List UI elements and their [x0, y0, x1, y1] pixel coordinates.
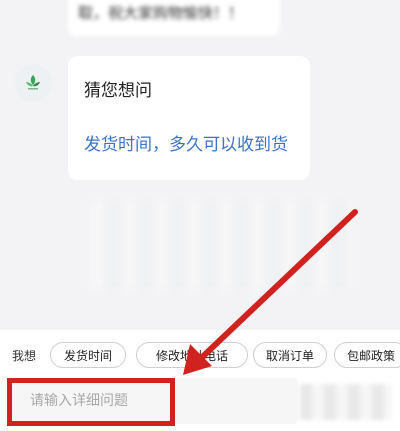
suggestion-title: 猜您想问 [84, 81, 152, 101]
question-input[interactable] [8, 378, 298, 424]
blurred-background [90, 200, 350, 290]
quick-reply-chip[interactable]: 发货时间 [50, 342, 126, 368]
previous-message-text: 取，祝大家购物愉快！！ [78, 4, 244, 22]
chat-area: 取，祝大家购物愉快！！ 猜您想问 发货时间，多久可以收到货 [0, 0, 400, 330]
quick-reply-prefix: 我想 [12, 349, 37, 363]
blurred-controls [300, 384, 392, 420]
leaf-logo-icon [26, 75, 40, 90]
suggestion-link[interactable]: 发货时间，多久可以收到货 [84, 130, 288, 155]
bot-avatar [14, 64, 52, 102]
suggestion-bubble: 猜您想问 发货时间，多久可以收到货 [68, 56, 310, 180]
previous-message-bubble: 取，祝大家购物愉快！！ [68, 0, 280, 36]
quick-reply-chip[interactable]: 取消订单 [253, 342, 327, 368]
quick-reply-chip[interactable]: 修改地址电话 [136, 342, 248, 368]
quick-reply-row: 我想 发货时间 修改地址电话 取消订单 包邮政策 [0, 340, 400, 372]
quick-reply-chip[interactable]: 包邮政策 [334, 342, 400, 368]
question-input-wrapper [8, 378, 298, 424]
